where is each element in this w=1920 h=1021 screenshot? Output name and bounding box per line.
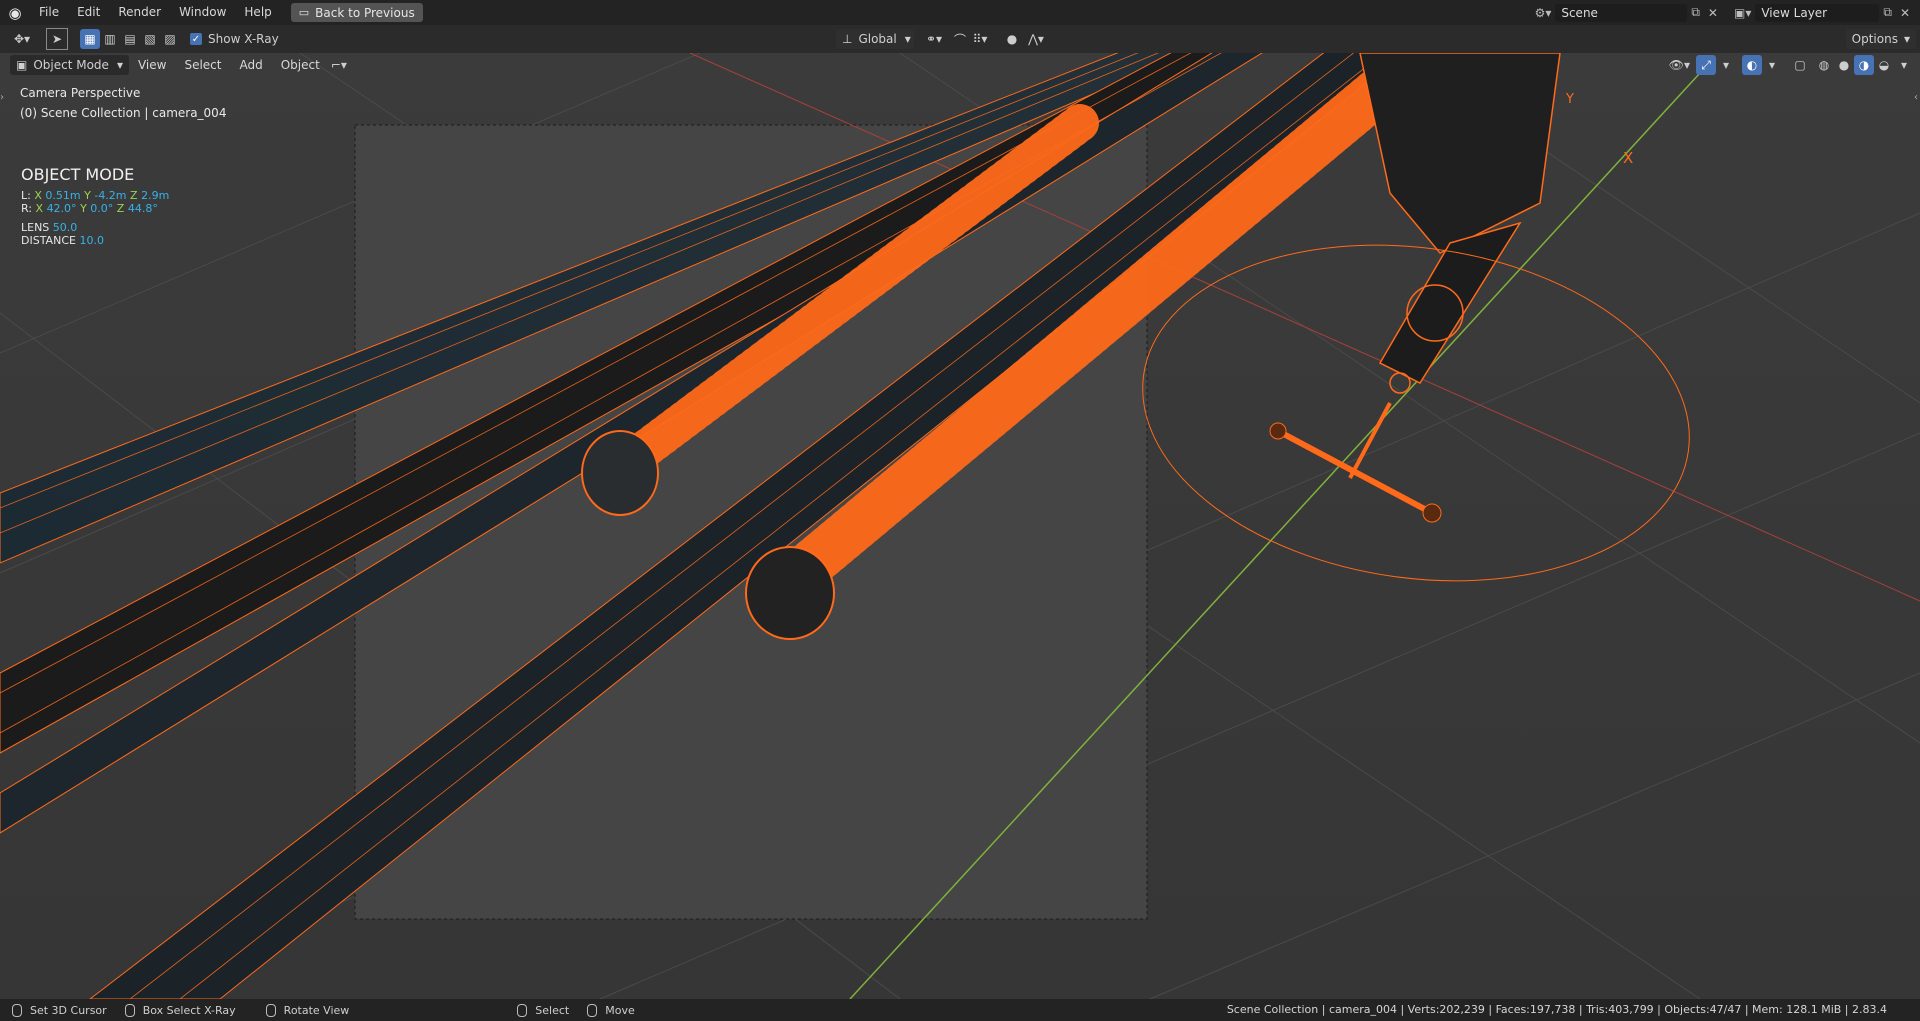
- viewport-scene: X Y Z: [0, 53, 1920, 999]
- top-menu-bar: ◉ File Edit Render Window Help ▭ Back to…: [0, 0, 1920, 25]
- mode-extend-icon[interactable]: ▥: [100, 29, 120, 49]
- 3d-viewport[interactable]: X Y Z: [0, 53, 1920, 999]
- mouse-drag-icon: [124, 1003, 135, 1017]
- menu-file[interactable]: File: [30, 0, 68, 25]
- delete-view-layer-icon[interactable]: ✕: [1896, 6, 1914, 20]
- rotation-readout: R: X 42.0° Y 0.0° Z 44.8°: [21, 202, 158, 215]
- pivot-point-icon[interactable]: ⚭▾: [924, 29, 944, 49]
- axis-y-label: Y: [1565, 92, 1574, 107]
- mode-set-icon[interactable]: ▦: [80, 29, 100, 49]
- scene-icon[interactable]: ⚙▾: [1531, 6, 1556, 20]
- menu-help[interactable]: Help: [235, 0, 280, 25]
- shading-dropdown-icon[interactable]: ▾: [1894, 55, 1914, 75]
- tool-settings-bar: ✥▾ ➤ ▦ ▥ ▤ ▧ ▨ ✓ Show X-Ray ⊥ Global ▾ ⚭…: [0, 25, 1920, 53]
- transform-orientation-dropdown[interactable]: ⊥ Global ▾: [836, 29, 914, 49]
- scene-statistics: Scene Collection | camera_004 | Verts:20…: [1226, 1003, 1887, 1016]
- overlays-dropdown-icon[interactable]: ▾: [1762, 55, 1782, 75]
- screen-icon: ▭: [298, 6, 310, 19]
- menu-object[interactable]: Object: [272, 53, 329, 78]
- snap-icon[interactable]: ⌒: [950, 29, 970, 49]
- snap-target-icon[interactable]: ⠿▾: [970, 29, 990, 49]
- view-perspective-label: Camera Perspective: [20, 86, 141, 100]
- back-to-previous-label: Back to Previous: [315, 5, 415, 20]
- rendered-shading-icon[interactable]: ◒: [1874, 55, 1894, 75]
- menu-edit[interactable]: Edit: [68, 0, 109, 25]
- show-xray-checkbox[interactable]: ✓: [190, 33, 202, 45]
- mode-invert-icon[interactable]: ▧: [140, 29, 160, 49]
- status-move: Move: [587, 1003, 635, 1017]
- mode-dropdown[interactable]: ▣ Object Mode ▾: [10, 55, 129, 75]
- scene-selector-area: ⚙▾ Scene ⧉ ✕ ▣▾ View Layer ⧉ ✕: [1531, 0, 1920, 25]
- location-readout: L: X 0.51m Y -4.2m Z 2.9m: [21, 189, 170, 202]
- transform-affect-icon[interactable]: ⌐▾: [329, 55, 349, 75]
- sidebar-expand-icon[interactable]: ‹: [1914, 92, 1918, 103]
- wireframe-shading-icon[interactable]: ◍: [1814, 55, 1834, 75]
- orientation-icon: ⊥: [842, 32, 853, 46]
- back-to-previous-button[interactable]: ▭ Back to Previous: [290, 3, 423, 22]
- show-xray-label: Show X-Ray: [208, 32, 279, 46]
- material-shading-icon[interactable]: ◑: [1854, 55, 1874, 75]
- menu-add[interactable]: Add: [230, 53, 271, 78]
- overlays-icon[interactable]: ◐: [1742, 55, 1762, 75]
- mouse-middle-icon: [265, 1003, 276, 1017]
- view-layer-icon[interactable]: ▣▾: [1730, 6, 1755, 20]
- editor-type-icon[interactable]: ✥▾: [12, 29, 32, 49]
- end-cap-lower: [745, 546, 835, 640]
- status-box-select: Box Select X-Ray: [124, 1003, 236, 1017]
- falloff-icon[interactable]: ⋀▾: [1026, 29, 1046, 49]
- new-scene-icon[interactable]: ⧉: [1687, 5, 1704, 20]
- lens-readout: LENS 50.0: [21, 221, 78, 234]
- mode-title: OBJECT MODE: [21, 165, 135, 184]
- axis-x-label: X: [1623, 149, 1633, 167]
- mouse-left-icon: [12, 1003, 22, 1017]
- scene-name-field[interactable]: Scene: [1555, 3, 1688, 22]
- chevron-down-icon: ▾: [904, 32, 911, 46]
- solid-shading-icon[interactable]: ●: [1834, 55, 1854, 75]
- menu-view[interactable]: View: [129, 53, 175, 78]
- menu-select[interactable]: Select: [175, 53, 230, 78]
- delete-scene-icon[interactable]: ✕: [1704, 6, 1722, 20]
- visibility-icon[interactable]: 👁▾: [1669, 55, 1690, 75]
- chevron-down-icon: ▾: [1903, 32, 1910, 46]
- distance-readout: DISTANCE 10.0: [21, 234, 104, 247]
- xray-toggle-icon[interactable]: ▢: [1790, 55, 1810, 75]
- options-dropdown[interactable]: Options ▾: [1845, 29, 1916, 49]
- mouse-drag-icon: [587, 1003, 598, 1017]
- status-bar: Set 3D Cursor Box Select X-Ray Rotate Vi…: [0, 999, 1920, 1021]
- status-select: Select: [517, 1003, 569, 1017]
- status-set-cursor: Set 3D Cursor: [12, 1003, 107, 1017]
- mode-intersect-icon[interactable]: ▨: [160, 29, 180, 49]
- toolbar-expand-icon[interactable]: ›: [0, 92, 4, 103]
- collection-label: (0) Scene Collection | camera_004: [20, 106, 227, 120]
- gizmo-icon[interactable]: ⤢: [1696, 55, 1716, 75]
- object-mode-icon: ▣: [16, 58, 28, 72]
- menu-window[interactable]: Window: [170, 0, 235, 25]
- blender-logo-icon[interactable]: ◉: [0, 0, 30, 25]
- end-cap-upper: [581, 430, 659, 516]
- chevron-down-icon: ▾: [116, 58, 123, 72]
- status-rotate-view: Rotate View: [265, 1003, 349, 1017]
- viewport-header: ▣ Object Mode ▾ View Select Add Object ⌐…: [0, 53, 1920, 77]
- proportional-edit-icon[interactable]: ●: [1002, 29, 1022, 49]
- view-layer-field[interactable]: View Layer: [1755, 3, 1880, 22]
- menu-render[interactable]: Render: [109, 0, 170, 25]
- mouse-left-icon: [517, 1003, 528, 1017]
- gizmo-dropdown-icon[interactable]: ▾: [1716, 55, 1736, 75]
- mode-subtract-icon[interactable]: ▤: [120, 29, 140, 49]
- new-view-layer-icon[interactable]: ⧉: [1879, 5, 1896, 20]
- select-tool-icon[interactable]: ➤: [46, 28, 68, 50]
